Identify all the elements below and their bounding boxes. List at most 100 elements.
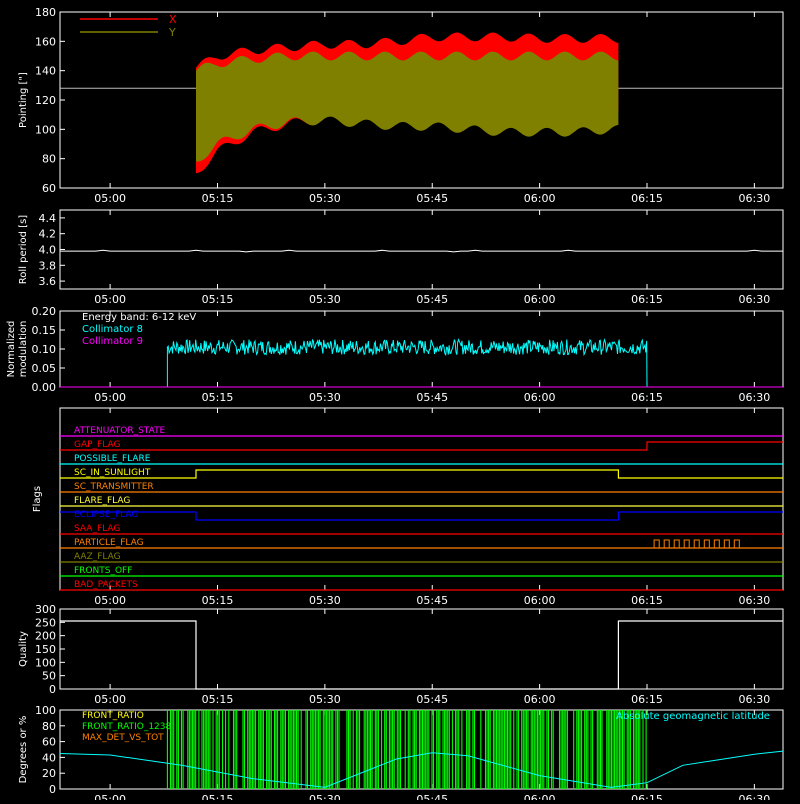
flag-label: BAD_PACKETS xyxy=(74,580,138,590)
y-tick-label: 50 xyxy=(42,670,56,683)
x-tick-label: 05:45 xyxy=(416,192,448,205)
y-axis-label: Quality xyxy=(18,631,29,667)
y-tick-label: 80 xyxy=(42,720,56,733)
y-tick-label: 100 xyxy=(35,123,56,136)
rhessi-quicklook-figure: 05:00 05:15 05:30 05:45 06:00 06:15 06:30 60 80 1… xyxy=(0,0,800,804)
y-tick-label: 20 xyxy=(42,767,56,780)
x-tick-label: 06:15 xyxy=(631,192,663,205)
x-tick-label: 05:30 xyxy=(309,793,341,800)
x-tick-label: 05:00 xyxy=(94,391,126,404)
x-tick-label: 06:00 xyxy=(524,391,556,404)
x-tick-label: 05:00 xyxy=(94,192,126,205)
y-tick-label: 4.4 xyxy=(39,212,57,225)
x-tick-label: 05:00 xyxy=(94,793,126,800)
x-tick-label: 05:15 xyxy=(202,293,234,306)
flag-label: FRONTS_OFF xyxy=(74,566,132,576)
x-tick-label: 05:45 xyxy=(416,293,448,306)
x-tick-label: 06:30 xyxy=(739,594,771,607)
x-tick-label: 05:45 xyxy=(416,391,448,404)
flag-line-gap-flag xyxy=(60,441,783,451)
y-tick-label: 4.2 xyxy=(39,228,57,241)
x-tick-label: 05:00 xyxy=(94,594,126,607)
x-tick-label: 06:15 xyxy=(631,293,663,306)
y-tick-label: 60 xyxy=(42,182,56,195)
pointing-band-y xyxy=(196,51,619,162)
flag-line-eclipse-flag xyxy=(60,511,783,521)
flag-label: SAA_FLAG xyxy=(74,524,120,534)
x-tick-label: 05:00 xyxy=(94,293,126,306)
x-tick-label: 05:30 xyxy=(309,192,341,205)
x-tick-label: 06:00 xyxy=(524,293,556,306)
y-tick-label: 4.0 xyxy=(39,244,57,257)
x-tick-label: 05:15 xyxy=(202,594,234,607)
x-tick-label: 06:30 xyxy=(739,391,771,404)
x-tick-label: 05:45 xyxy=(416,693,448,706)
y-axis-label: Pointing ["] xyxy=(18,72,29,128)
legend-label-latitude: Absolute geomagnetic latitude xyxy=(616,711,770,722)
flag-label: SC_IN_SUNLIGHT xyxy=(74,468,151,478)
x-tick-label: 06:30 xyxy=(739,793,771,800)
y-tick-label: 0.15 xyxy=(32,324,57,337)
legend-label-ratio: FRONT_RATIO xyxy=(82,711,144,721)
y-tick-label: 100 xyxy=(35,704,56,717)
y-tick-label: 100 xyxy=(35,656,56,669)
x-tick-label: 06:15 xyxy=(631,391,663,404)
legend-label-ratio: MAX_DET_VS_TOT xyxy=(82,733,164,743)
x-tick-label: 06:30 xyxy=(739,293,771,306)
x-tick-label: 05:30 xyxy=(309,293,341,306)
legend-label-y: Y xyxy=(168,26,176,39)
energy-band-annotation: Energy band: 6-12 keV xyxy=(82,312,196,323)
legend-label-ratio: FRONT_RATIO_1238 xyxy=(82,722,172,732)
x-tick-label: 05:15 xyxy=(202,192,234,205)
panel-frame xyxy=(59,209,784,290)
y-axis-label: Roll period [s] xyxy=(18,215,29,284)
x-tick-label: 05:15 xyxy=(202,693,234,706)
flag-label: AAZ_FLAG xyxy=(74,552,121,562)
x-tick-label: 05:45 xyxy=(416,793,448,800)
x-tick-label: 06:15 xyxy=(631,793,663,800)
y-tick-label: 180 xyxy=(35,6,56,19)
y-tick-label: 160 xyxy=(35,35,56,48)
x-tick-label: 05:00 xyxy=(94,693,126,706)
flag-line-sc-in-sunlight xyxy=(60,469,783,479)
x-tick-label: 06:15 xyxy=(631,594,663,607)
y-axis-label: Degrees or % xyxy=(18,716,29,784)
panel-frame xyxy=(59,407,784,591)
modulation-line-8 xyxy=(166,337,648,388)
y-tick-label: 40 xyxy=(42,751,56,764)
y-tick-label: 200 xyxy=(35,630,56,643)
stacked-time-series-chart: 05:00 05:15 05:30 05:45 06:00 06:15 06:30 60 80 1… xyxy=(6,6,784,804)
y-axis-label: Flags xyxy=(32,486,43,512)
x-tick-label: 05:15 xyxy=(202,391,234,404)
y-tick-label: 140 xyxy=(35,65,56,78)
x-tick-label: 05:45 xyxy=(416,594,448,607)
x-tick-label: 06:00 xyxy=(524,594,556,607)
x-tick-label: 06:15 xyxy=(631,693,663,706)
y-tick-label: 60 xyxy=(42,736,56,749)
y-axis-label: modulation xyxy=(18,321,29,378)
y-tick-label: 0.10 xyxy=(32,343,57,356)
legend-label-x: X xyxy=(169,13,177,26)
quality-line xyxy=(60,620,783,690)
particle-flag-bursts xyxy=(653,539,740,549)
flag-label: ATTENUATOR_STATE xyxy=(74,426,166,436)
flag-label: FLARE_FLAG xyxy=(74,496,130,506)
y-tick-label: 0 xyxy=(49,783,56,796)
flag-label: SC_TRANSMITTER xyxy=(74,482,154,492)
roll-period-line xyxy=(60,249,783,253)
y-tick-label: 0.20 xyxy=(32,305,57,318)
geomagnetic-latitude-line xyxy=(59,750,784,788)
y-tick-label: 150 xyxy=(35,643,56,656)
y-tick-label: 3.6 xyxy=(39,275,57,288)
legend-label-collimator-9: Collimator 9 xyxy=(82,336,143,347)
x-tick-label: 05:30 xyxy=(309,594,341,607)
legend-label-collimator-8: Collimator 8 xyxy=(82,324,143,335)
x-tick-label: 05:30 xyxy=(309,693,341,706)
y-tick-label: 120 xyxy=(35,94,56,107)
flag-label: POSSIBLE_FLARE xyxy=(74,454,151,464)
y-tick-label: 0 xyxy=(49,683,56,696)
x-tick-label: 06:00 xyxy=(524,793,556,800)
x-tick-label: 06:00 xyxy=(524,192,556,205)
flag-label: GAP_FLAG xyxy=(74,440,120,450)
flag-label: PARTICLE_FLAG xyxy=(74,538,144,548)
